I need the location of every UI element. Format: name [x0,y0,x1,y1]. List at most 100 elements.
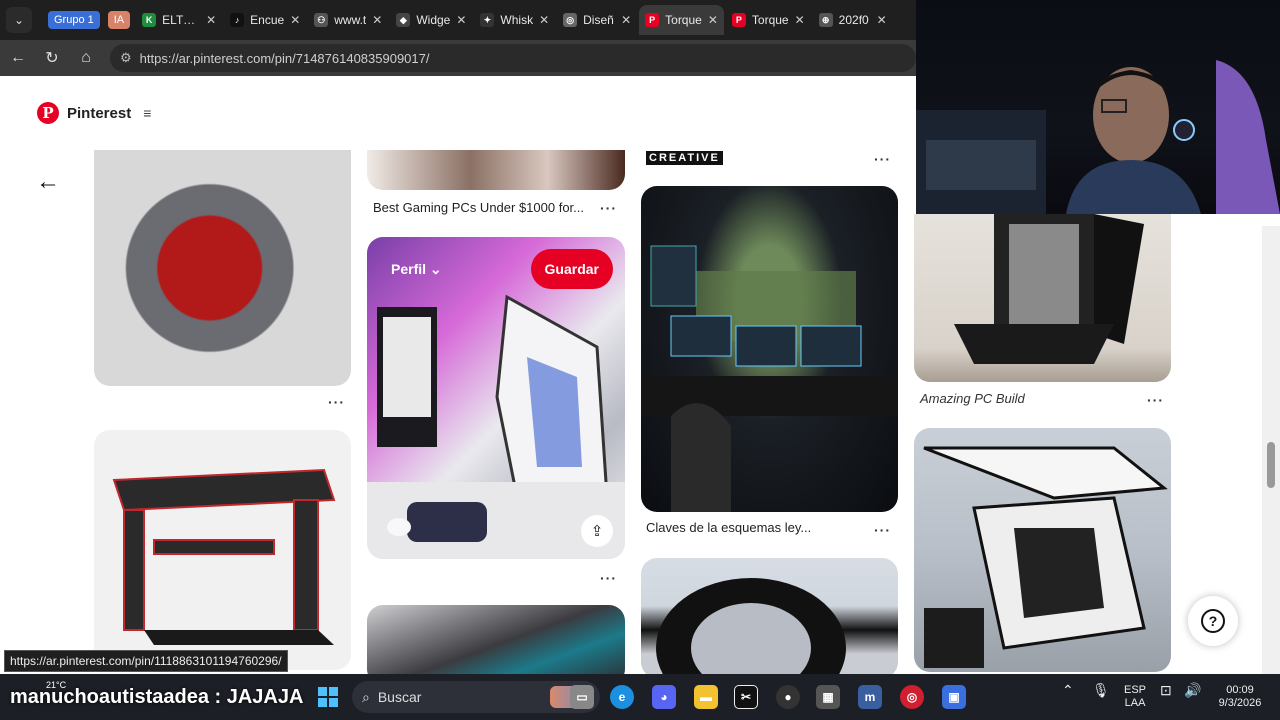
site-info-icon[interactable]: ⚙ [120,50,132,66]
tab-close-icon[interactable]: ✕ [708,13,718,27]
pin-tire-pc[interactable] [641,558,898,674]
link-status-url: https://ar.pinterest.com/pin/11188631011… [4,650,288,672]
tab-close-icon[interactable]: ✕ [206,13,216,27]
more-options-icon[interactable]: ··· [328,394,345,410]
menu-icon[interactable]: ≡ [143,105,151,121]
clock-time: 00:09 [1226,684,1254,696]
browser-tab[interactable]: K ELTOM ✕ [136,5,222,35]
app-icon[interactable]: m [858,685,882,709]
language-indicator[interactable]: ESP LAA [1124,684,1146,710]
pin-caption-gaming-pcs[interactable]: Best Gaming PCs Under $1000 for... [373,200,584,215]
discord-icon[interactable]: ◕ [652,685,676,709]
network-icon[interactable]: ⊡ [1160,683,1172,697]
save-button[interactable]: Guardar [530,249,613,289]
more-options-icon[interactable]: ··· [600,570,617,586]
pin-white-mech-pc[interactable] [914,428,1171,672]
browser-tab[interactable]: ⚇ www.t ✕ [308,5,388,35]
more-options-icon[interactable]: ··· [600,200,617,216]
streamer-webcam-image [916,60,1280,214]
browser-tab[interactable]: ♪ Encue ✕ [224,5,306,35]
battlestation-illustration [641,245,898,512]
tab-close-icon[interactable]: ✕ [877,13,887,27]
capcut-icon[interactable]: ✂ [734,685,758,709]
obs-icon[interactable]: ● [776,685,800,709]
pin-white-pc-setup[interactable]: Perfil ⌄ Guardar ⇪ [367,237,625,559]
browser-tab[interactable]: ⊕ 202f0 ✕ [813,5,893,35]
tray-chevron-icon[interactable]: ⌃ [1062,683,1074,697]
white-mech-illustration [923,446,1168,668]
tab-favicon-icon: ◆ [396,13,411,27]
profile-dropdown[interactable]: Perfil ⌄ [391,261,442,278]
back-arrow-icon[interactable]: ← [36,168,60,196]
help-button[interactable]: ? [1188,596,1238,646]
tab-favicon-icon: ◎ [563,13,578,27]
red-app-icon[interactable]: ◎ [900,685,924,709]
scrollbar-thumb[interactable] [1267,442,1275,488]
pin-gaming-desk[interactable] [94,430,351,670]
tab-close-icon[interactable]: ✕ [795,13,805,27]
clock[interactable]: 00:09 9/3/2026 [1214,684,1266,710]
tab-favicon-icon: P [645,13,660,27]
pin-helmet[interactable] [94,150,351,386]
tab-group-ia[interactable]: IA [107,11,131,29]
tab-title: Diseñ [583,13,614,27]
calculator-icon[interactable]: ▦ [816,685,840,709]
address-bar: ← ↻ ⌂ ⚙ https://ar.pinterest.com/pin/714… [0,40,916,76]
file-explorer-icon[interactable]: ▬ [694,685,718,709]
page-scrollbar[interactable] [1262,226,1280,674]
tab-close-icon[interactable]: ✕ [372,13,382,27]
tab-strip: ⌄ Grupo 1 IA K ELTOM ✕ ♪ Encue ✕ ⚇ www.t ✕ ◆ Widge… [0,0,916,40]
tab-favicon-icon: ✦ [480,13,495,27]
browser-tab[interactable]: P Torque ✕ [726,5,811,35]
volume-icon[interactable]: 🔊 [1184,683,1201,697]
webcam-overlay [916,0,1280,214]
pin-battlestation[interactable] [641,186,898,512]
pinterest-logo-icon[interactable]: P [37,102,59,124]
roblox-icon[interactable]: ▣ [942,685,966,709]
share-icon[interactable]: ⇪ [581,515,613,547]
pin-black-pc-build[interactable] [914,214,1171,382]
windows-start-icon[interactable] [318,687,338,707]
tab-title: Widge [416,13,451,27]
pin-caption-claves[interactable]: Claves de la esquemas ley... [646,520,811,535]
home-icon[interactable]: ⌂ [76,49,96,67]
search-placeholder: Buscar [377,689,422,705]
pin-cyan-pc[interactable] [367,605,625,674]
tab-favicon-icon: ⊕ [818,13,833,27]
brand-name[interactable]: Pinterest [67,105,131,122]
tab-close-icon[interactable]: ✕ [290,13,300,27]
more-options-icon[interactable]: ··· [874,522,891,538]
reload-icon[interactable]: ↻ [42,48,62,68]
tire-illustration [656,578,846,674]
tab-close-icon[interactable]: ✕ [621,13,631,27]
tab-title: Torque [751,13,789,27]
browser-tab[interactable]: ◎ Diseñ ✕ [557,5,637,35]
tab-group-1[interactable]: Grupo 1 [48,11,100,29]
browser-tab[interactable]: ✦ Whisk ✕ [474,5,555,35]
more-options-icon[interactable]: ··· [1147,392,1164,408]
url-text: https://ar.pinterest.com/pin/71487614083… [139,50,430,66]
microphone-icon[interactable]: 🎙 [1092,683,1110,697]
tab-close-icon[interactable]: ✕ [456,13,466,27]
tab-favicon-icon: ⚇ [314,13,329,27]
pin-caption-amazing[interactable]: Amazing PC Build [920,391,1025,406]
tab-close-icon[interactable]: ✕ [539,13,549,27]
tab-title: 202f0 [838,13,869,27]
chat-message: manuchoautistaadea : JAJAJA [10,686,304,708]
edge-icon[interactable]: e [610,685,634,709]
help-icon: ? [1201,609,1225,633]
pinterest-header: P Pinterest ≡ [37,102,151,124]
taskbar-search[interactable]: ⌕ Buscar [352,681,600,713]
tab-list: K ELTOM ✕ ♪ Encue ✕ ⚇ www.t ✕ ◆ Widge ✕ ✦ Whisk ✕ ◎ Dise… [136,5,893,35]
tab-search-button[interactable]: ⌄ [6,7,32,33]
back-icon[interactable]: ← [8,49,28,67]
task-view-icon[interactable]: ▭ [570,685,594,709]
tab-title: Encue [250,13,285,27]
more-options-icon[interactable]: ··· [874,151,891,167]
lang-top: ESP [1124,684,1147,696]
pin-gaming-pc-cases[interactable] [367,150,625,190]
browser-tab[interactable]: ◆ Widge ✕ [390,5,472,35]
url-field[interactable]: ⚙ https://ar.pinterest.com/pin/714876140… [110,44,916,72]
tab-title: ELTOM [162,13,201,27]
browser-tab[interactable]: P Torque ✕ [639,5,724,35]
